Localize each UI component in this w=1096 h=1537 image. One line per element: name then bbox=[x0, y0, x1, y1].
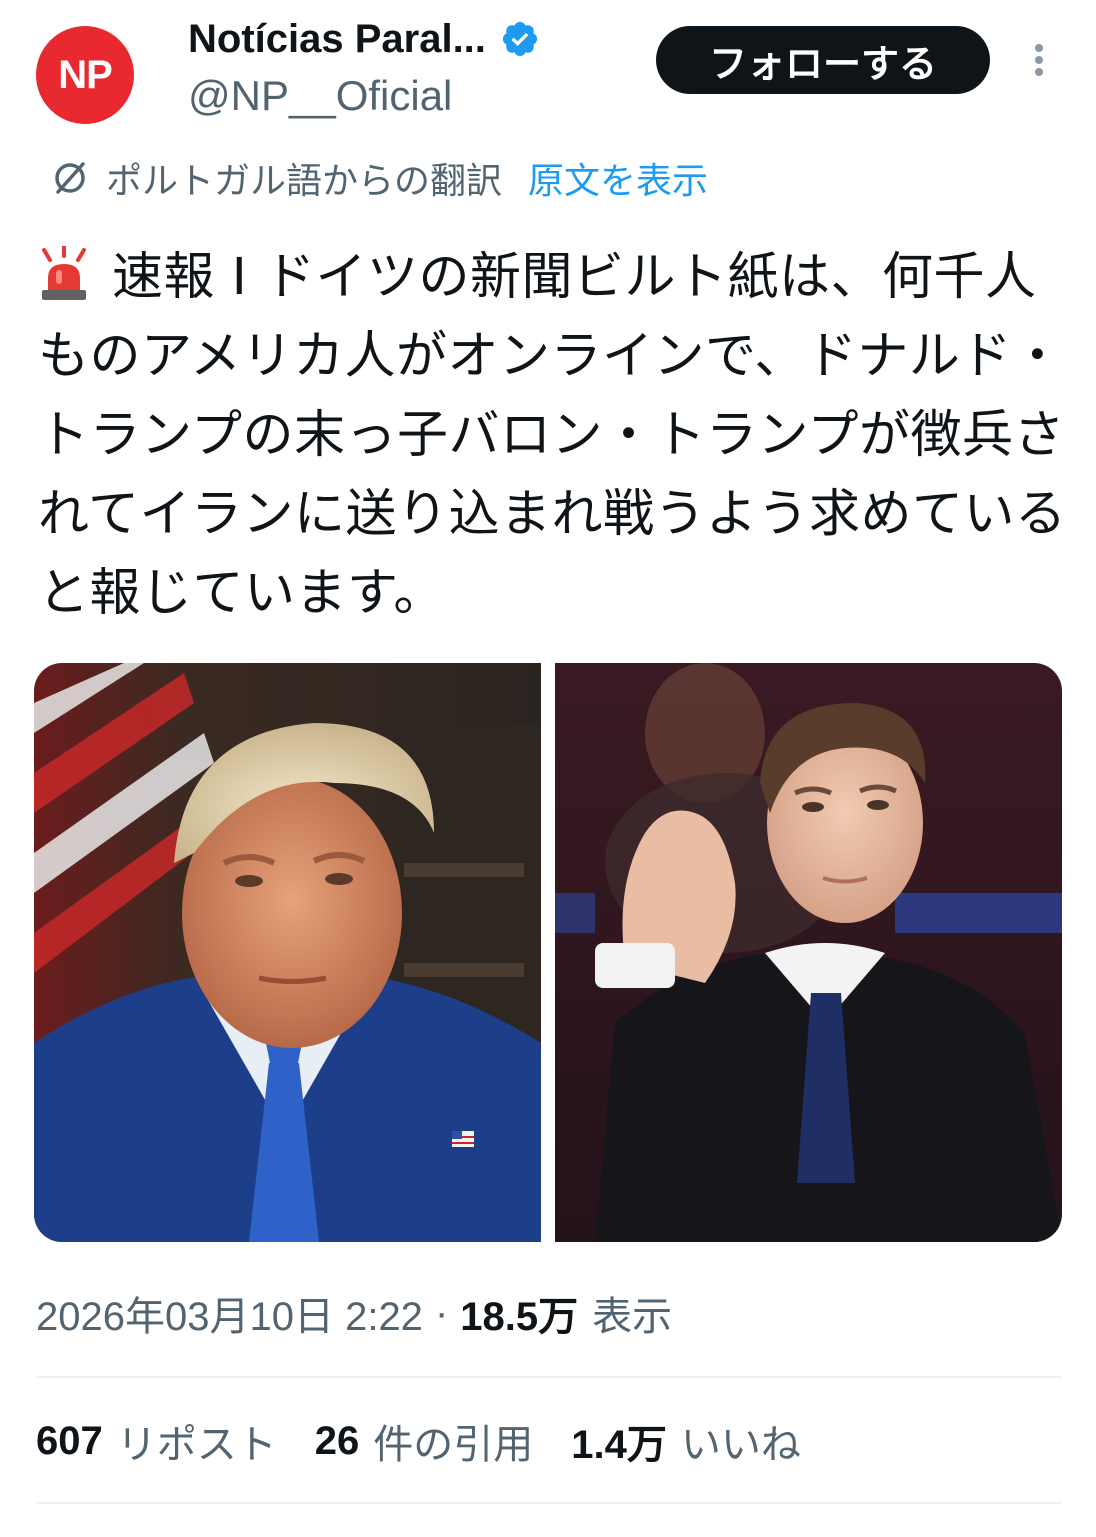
portrait-photo-right bbox=[555, 663, 1062, 1242]
tweet-text: 速報 I ドイツの新聞ビルト紙は、何千人ものアメリカ人がオンラインで、ドナルド・… bbox=[38, 248, 1067, 623]
quote-count: 26 bbox=[314, 1418, 360, 1463]
tweet-text-block: 速報 I ドイツの新聞ビルト紙は、何千人ものアメリカ人がオンラインで、ドナルド・… bbox=[38, 238, 1068, 633]
portrait-photo-left bbox=[34, 663, 541, 1242]
show-original-link[interactable]: 原文を表示 bbox=[528, 152, 708, 204]
divider-bottom bbox=[36, 1502, 1062, 1504]
photo-left[interactable] bbox=[34, 663, 541, 1242]
translate-icon bbox=[55, 162, 85, 194]
divider-top bbox=[36, 1376, 1062, 1378]
handle[interactable]: @NP__Oficial bbox=[188, 72, 452, 120]
repost-stat[interactable]: 607 リポスト bbox=[36, 1412, 277, 1470]
siren-emoji-icon bbox=[42, 246, 86, 300]
meta-separator: · bbox=[434, 1290, 449, 1335]
timestamp[interactable]: 2026年03月10日 2:22 bbox=[36, 1284, 423, 1342]
more-options-icon[interactable] bbox=[1024, 36, 1054, 84]
follow-button[interactable]: フォローする bbox=[656, 26, 990, 94]
quote-label: 件の引用 bbox=[373, 1423, 534, 1467]
like-count: 1.4万 bbox=[571, 1423, 667, 1467]
avatar[interactable]: NP bbox=[36, 26, 134, 124]
engagement-stats: 607 リポスト 26 件の引用 1.4万 いいね bbox=[36, 1412, 839, 1470]
media-grid bbox=[34, 663, 1062, 1242]
author-name-row[interactable]: Notícias Paral... bbox=[188, 14, 540, 64]
display-name[interactable]: Notícias Paral... bbox=[188, 17, 486, 62]
verified-badge-icon bbox=[502, 21, 538, 57]
translation-row: ポルトガル語からの翻訳 原文を表示 bbox=[50, 152, 708, 204]
avatar-text: NP bbox=[58, 52, 113, 97]
tweet-detail: NP Notícias Paral... @NP__Oficial フォローする… bbox=[0, 0, 1096, 1537]
like-label: いいね bbox=[680, 1423, 801, 1467]
repost-count: 607 bbox=[36, 1418, 103, 1463]
quote-stat[interactable]: 26 件の引用 bbox=[315, 1412, 534, 1470]
view-label: 表示 bbox=[592, 1295, 673, 1339]
view-count: 18.5万 bbox=[460, 1295, 579, 1339]
translation-label: ポルトガル語からの翻訳 bbox=[106, 161, 503, 202]
tweet-meta: 2026年03月10日 2:22 · 18.5万 表示 bbox=[36, 1284, 672, 1342]
photo-right[interactable] bbox=[555, 663, 1062, 1242]
repost-label: リポスト bbox=[116, 1423, 277, 1467]
like-stat[interactable]: 1.4万 いいね bbox=[571, 1412, 801, 1470]
